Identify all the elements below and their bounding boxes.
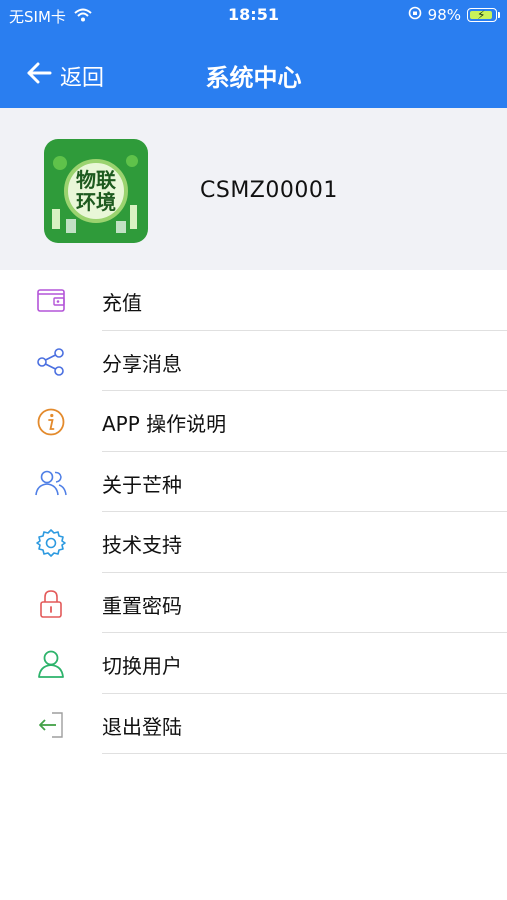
lock-icon [34, 589, 68, 619]
menu-item-label: 关于芒种 [102, 472, 182, 497]
avatar-text-line2: 环境 [76, 190, 116, 214]
menu-item-logout[interactable]: 退出登陆 [0, 694, 507, 754]
status-bar: 无SIM卡 18:51 98% ⚡ [0, 0, 507, 32]
gear-icon [34, 528, 68, 558]
menu-item-recharge[interactable]: 充值 [0, 270, 507, 331]
menu-item-about[interactable]: 关于芒种 [0, 452, 507, 512]
avatar: 物联 环境 [44, 139, 148, 243]
menu-item-label: 分享消息 [102, 351, 182, 376]
battery-percent: 98% [427, 6, 461, 24]
menu-item-tech-support[interactable]: 技术支持 [0, 512, 507, 573]
username: CSMZ00001 [200, 178, 338, 203]
logout-icon [34, 710, 68, 740]
menu-item-label: 切换用户 [102, 654, 182, 678]
page-title: 系统中心 [205, 64, 302, 92]
divider [102, 753, 507, 754]
info-icon [34, 407, 68, 437]
menu-item-label: APP 操作说明 [102, 412, 227, 436]
avatar-text: 物联 环境 [44, 169, 148, 213]
status-right: 98% ⚡ [408, 6, 500, 24]
menu-item-share[interactable]: 分享消息 [0, 331, 507, 391]
menu-item-reset-password[interactable]: 重置密码 [0, 573, 507, 633]
menu-item-label: 技术支持 [102, 533, 182, 557]
menu-item-label: 退出登陆 [102, 714, 182, 739]
share-icon [34, 347, 68, 377]
avatar-text-line1: 物联 [76, 168, 116, 192]
orientation-lock-icon [408, 6, 422, 24]
users-icon [34, 468, 68, 498]
menu-item-app-guide[interactable]: APP 操作说明 [0, 391, 507, 452]
navigation-bar: 返回 系统中心 [0, 32, 507, 108]
wallet-icon [34, 286, 68, 316]
menu-item-label: 重置密码 [102, 593, 182, 618]
user-icon [34, 649, 68, 679]
settings-menu: 充值 分享消息 APP 操作说明 关于芒种 技术支持 重置密码 切换用户 退出登… [0, 270, 507, 754]
menu-item-label: 充值 [102, 291, 142, 315]
battery-icon: ⚡ [467, 8, 500, 22]
menu-item-switch-user[interactable]: 切换用户 [0, 633, 507, 694]
profile-header: 物联 环境 CSMZ00001 [0, 108, 507, 270]
